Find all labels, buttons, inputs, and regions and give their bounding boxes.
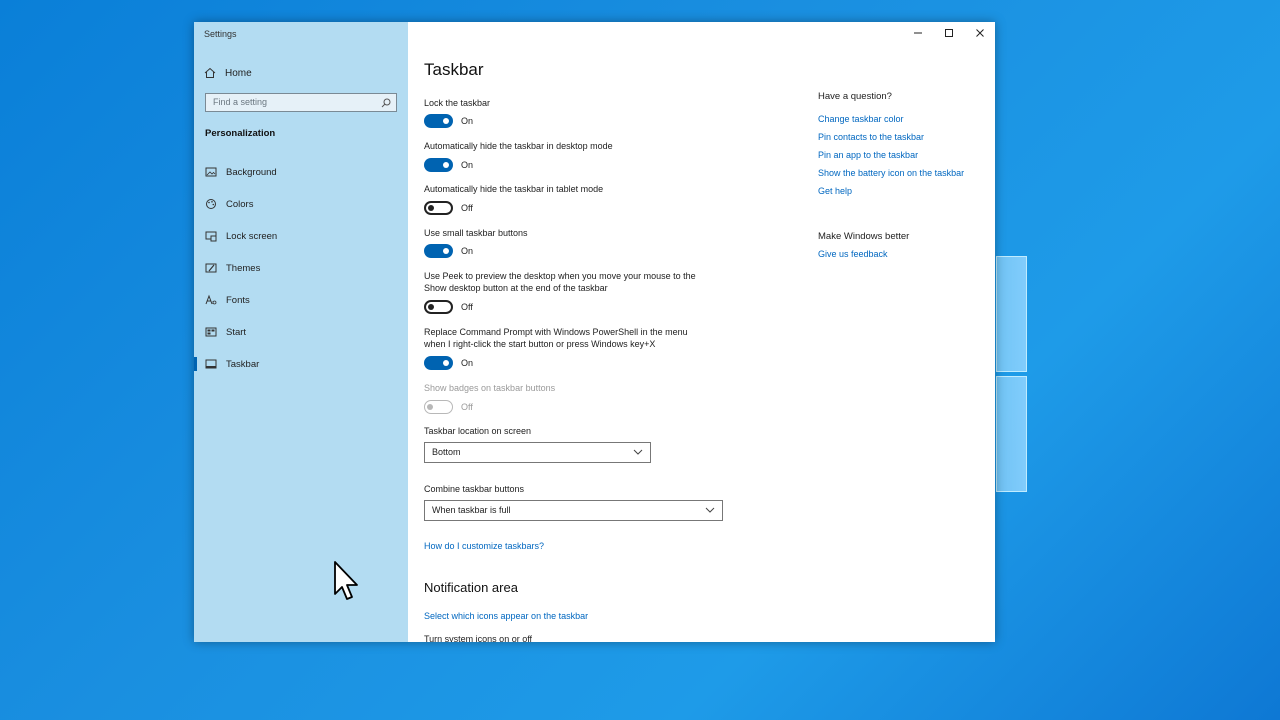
chevron-down-icon [633, 449, 643, 455]
close-button[interactable] [964, 22, 995, 44]
window-title: Settings [204, 29, 237, 39]
toggle-autohide-tablet[interactable]: Off [424, 201, 473, 215]
maximize-icon [944, 29, 953, 37]
select-icons-link[interactable]: Select which icons appear on the taskbar [424, 611, 588, 621]
toggle-peek[interactable]: Off [424, 300, 473, 314]
sidebar-item-themes[interactable]: Themes [194, 255, 408, 281]
toggle-badges: Off [424, 400, 473, 414]
toggle-state: Off [461, 302, 473, 312]
sidebar-item-background[interactable]: Background [194, 159, 408, 185]
section-header: Personalization [205, 128, 276, 139]
toggle-switch[interactable] [424, 300, 453, 314]
image-icon [205, 166, 217, 178]
sidebar-item-taskbar[interactable]: Taskbar [194, 351, 408, 377]
mouse-cursor-icon [334, 561, 358, 600]
minimize-icon [913, 32, 922, 34]
link-change-color[interactable]: Change taskbar color [818, 114, 904, 124]
sidebar-item-label: Lock screen [226, 230, 278, 242]
settings-window: Settings Home Find a setting Personaliza… [194, 22, 995, 642]
setting-label-badges: Show badges on taskbar buttons [424, 383, 556, 393]
toggle-switch [424, 400, 453, 414]
toggle-small-buttons[interactable]: On [424, 244, 473, 258]
sidebar-item-fonts[interactable]: Fonts [194, 287, 408, 313]
customize-help-link[interactable]: How do I customize taskbars? [424, 541, 544, 551]
sidebar-item-label: Start [226, 326, 247, 338]
main-content: Taskbar Lock the taskbar On Automaticall… [408, 22, 995, 642]
feedback-header: Make Windows better [818, 231, 910, 242]
search-input[interactable]: Find a setting [205, 93, 397, 112]
system-icons-link[interactable]: Turn system icons on or off [424, 634, 532, 642]
setting-label-lock: Lock the taskbar [424, 98, 491, 108]
toggle-state: On [461, 358, 474, 368]
sidebar: Settings Home Find a setting Personaliza… [194, 22, 408, 642]
link-battery-icon[interactable]: Show the battery icon on the taskbar [818, 168, 964, 178]
maximize-button[interactable] [933, 22, 964, 44]
font-icon [205, 294, 217, 306]
setting-label-peek: Use Peek to preview the desktop when you… [424, 270, 724, 294]
toggle-state: Off [461, 402, 473, 412]
minimize-button[interactable] [902, 22, 933, 44]
link-feedback[interactable]: Give us feedback [818, 249, 888, 259]
toggle-state: On [461, 160, 474, 170]
sidebar-item-label: Themes [226, 262, 261, 274]
setting-label-line: Show desktop button at the end of the ta… [424, 283, 608, 293]
toggle-autohide-desktop[interactable]: On [424, 158, 473, 172]
combine-dropdown[interactable]: When taskbar is full [424, 500, 723, 521]
notification-area-title: Notification area [424, 580, 518, 595]
chevron-down-icon [705, 507, 715, 513]
search-icon [381, 97, 391, 108]
combine-label: Combine taskbar buttons [424, 484, 525, 494]
home-label: Home [225, 67, 252, 79]
link-pin-contacts[interactable]: Pin contacts to the taskbar [818, 132, 924, 142]
toggle-switch[interactable] [424, 244, 453, 258]
toggle-switch[interactable] [424, 201, 453, 215]
palette-icon [205, 198, 217, 210]
link-pin-app[interactable]: Pin an app to the taskbar [818, 150, 918, 160]
dropdown-value: Bottom [432, 447, 461, 457]
start-icon [205, 326, 217, 338]
toggle-state: On [461, 116, 474, 126]
location-label: Taskbar location on screen [424, 426, 532, 436]
sidebar-item-label: Taskbar [226, 358, 260, 370]
taskbar-icon [205, 358, 217, 370]
lock-screen-icon [205, 230, 217, 242]
close-icon [975, 29, 984, 37]
link-get-help[interactable]: Get help [818, 186, 852, 196]
home-nav[interactable]: Home [204, 66, 252, 80]
toggle-switch[interactable] [424, 356, 453, 370]
toggle-switch[interactable] [424, 114, 453, 128]
toggle-switch[interactable] [424, 158, 453, 172]
toggle-lock-taskbar[interactable]: On [424, 114, 473, 128]
home-icon [204, 67, 216, 79]
dropdown-value: When taskbar is full [432, 505, 511, 515]
setting-label-line: Use Peek to preview the desktop when you… [424, 271, 696, 281]
sidebar-item-label: Fonts [226, 294, 250, 306]
toggle-powershell[interactable]: On [424, 356, 473, 370]
search-placeholder: Find a setting [213, 97, 268, 107]
setting-label-autohide-tablet: Automatically hide the taskbar in tablet… [424, 184, 604, 194]
window-controls [902, 22, 995, 44]
toggle-state: On [461, 246, 474, 256]
setting-label-powershell: Replace Command Prompt with Windows Powe… [424, 326, 724, 350]
page-title: Taskbar [424, 60, 484, 79]
sidebar-item-label: Colors [226, 198, 254, 210]
sidebar-item-label: Background [226, 166, 277, 178]
setting-label-autohide-desktop: Automatically hide the taskbar in deskto… [424, 141, 613, 151]
setting-label-line: Replace Command Prompt with Windows Powe… [424, 327, 688, 337]
setting-label-line: when I right-click the start button or p… [424, 339, 656, 349]
sidebar-item-start[interactable]: Start [194, 319, 408, 345]
toggle-state: Off [461, 203, 473, 213]
desktop-windows-logo [996, 256, 1028, 492]
sidebar-item-lock-screen[interactable]: Lock screen [194, 223, 408, 249]
question-header: Have a question? [818, 91, 892, 102]
setting-label-small-buttons: Use small taskbar buttons [424, 228, 528, 238]
brush-icon [205, 262, 217, 274]
sidebar-item-colors[interactable]: Colors [194, 191, 408, 217]
location-dropdown[interactable]: Bottom [424, 442, 651, 463]
